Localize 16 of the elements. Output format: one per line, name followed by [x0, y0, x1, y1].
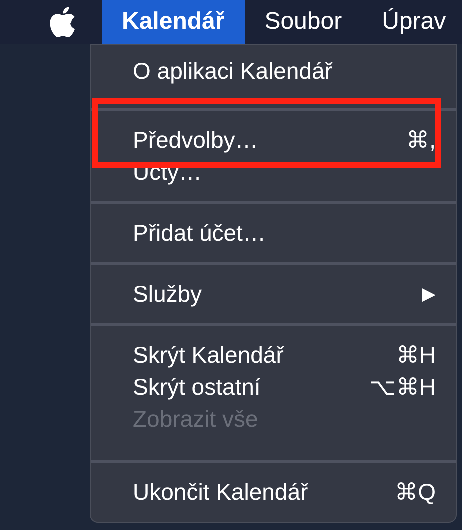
menu-item[interactable]: Skrýt Kalendář ⌘H: [91, 339, 456, 371]
menu-item[interactable]: Služby ▶: [91, 278, 456, 310]
shortcut-label: ⌥⌘H: [369, 372, 436, 402]
menu-item[interactable]: Ukončit Kalendář ⌘Q: [91, 476, 456, 508]
menu-item[interactable]: Přidat účet…: [91, 217, 456, 249]
menu-item[interactable]: Předvolby… ⌘,: [91, 124, 456, 156]
apple-logo-icon[interactable]: [50, 7, 76, 37]
menu-bar-item[interactable]: Úprav: [362, 0, 462, 44]
shortcut-label: ⌘Q: [395, 478, 436, 507]
shortcut-label: ⌘,: [406, 126, 436, 155]
submenu-arrow: ▶: [422, 282, 436, 306]
shortcut-label: ⌘H: [396, 340, 436, 370]
menu-item[interactable]: Skrýt ostatní ⌥⌘H: [91, 371, 456, 403]
menu-item[interactable]: O aplikaci Kalendář: [91, 55, 456, 87]
menu-bar-item[interactable]: Kalendář: [102, 0, 245, 44]
menu-bar-item[interactable]: Soubor: [244, 0, 362, 44]
